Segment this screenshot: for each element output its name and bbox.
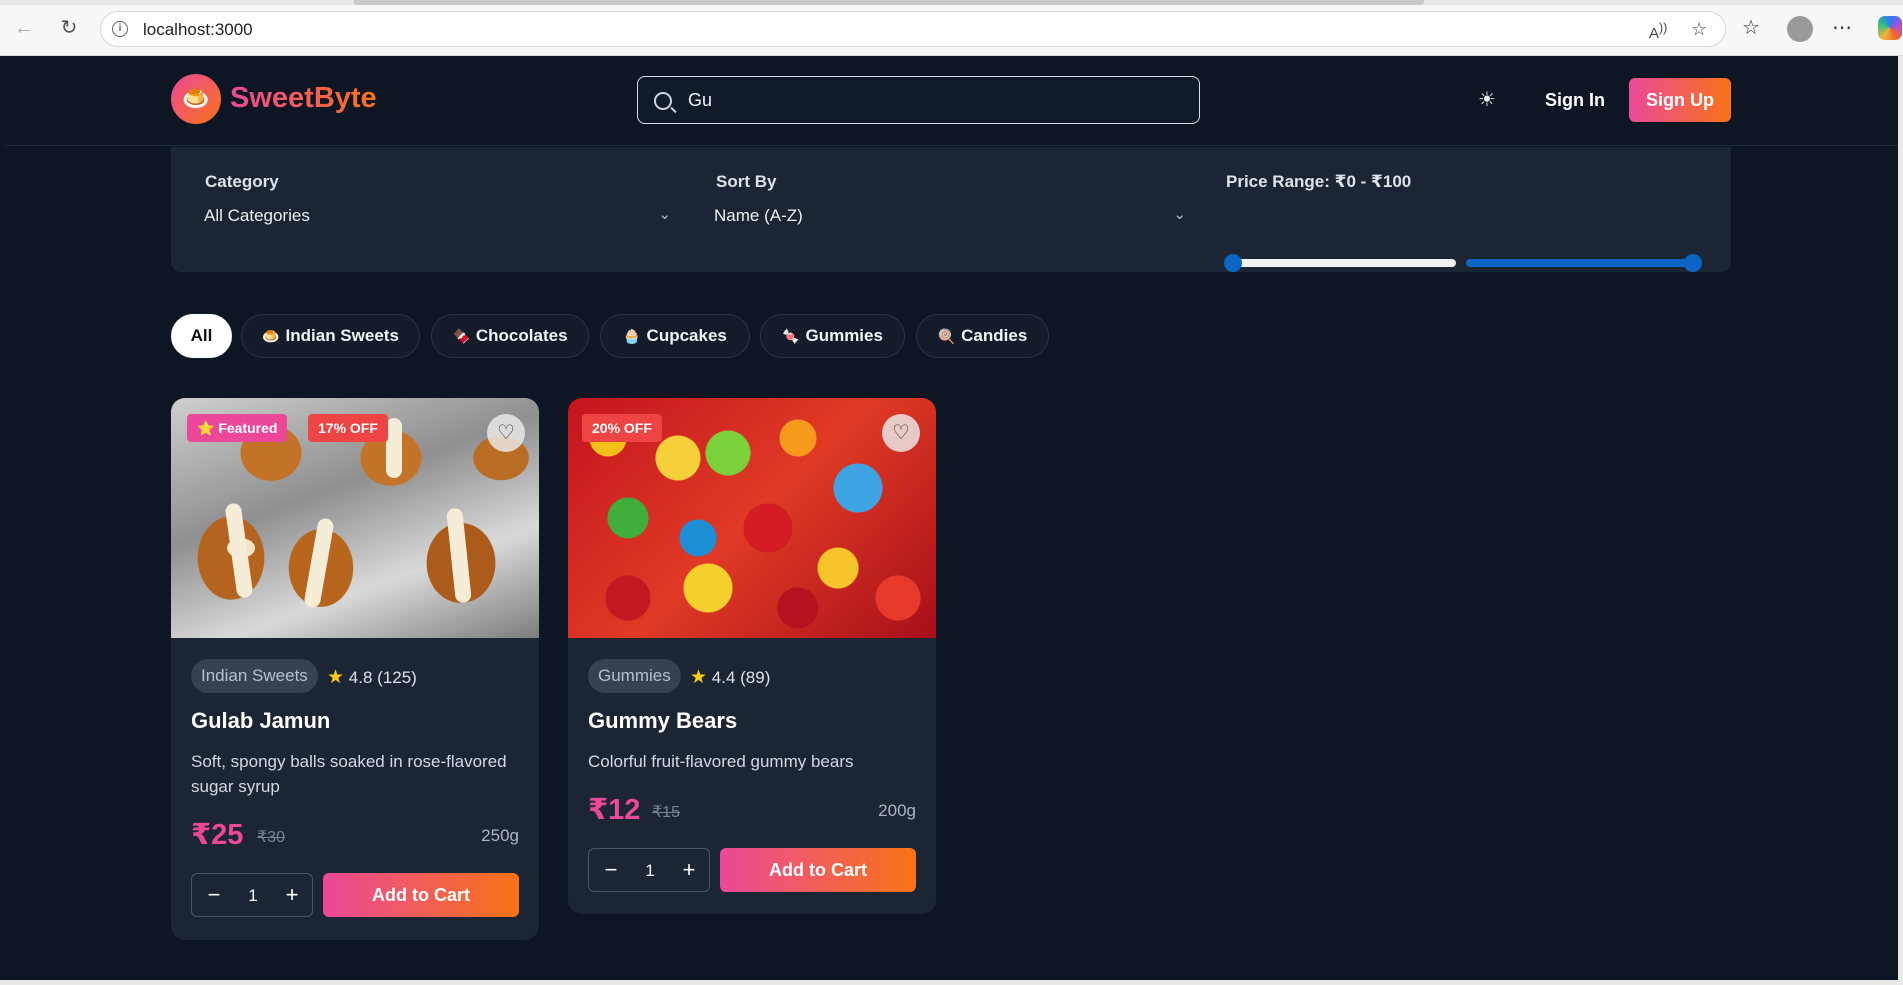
minus-icon[interactable]: − <box>597 857 625 885</box>
category-label: Category <box>205 172 279 191</box>
brand-name[interactable]: SweetByte <box>230 82 377 115</box>
back-icon[interactable]: ← <box>11 15 37 41</box>
window-edge <box>0 980 1903 985</box>
logo-icon[interactable]: 🍮 <box>171 74 221 124</box>
image-detail <box>446 507 472 604</box>
site-info-icon[interactable]: i <box>112 21 128 37</box>
heart-icon[interactable]: ♡ <box>882 414 920 452</box>
price-max-slider-handle[interactable] <box>1684 254 1702 272</box>
chevron-down-icon: ⌄ <box>658 206 671 223</box>
chip-cupcakes[interactable]: 🧁 Cupcakes <box>600 314 750 358</box>
price-range-label: Price Range: ₹0 - ₹100 <box>1226 172 1412 191</box>
product-name[interactable]: Gummy Bears <box>588 708 737 734</box>
window-edge <box>1898 56 1903 985</box>
product-name[interactable]: Gulab Jamun <box>191 708 330 734</box>
quantity-stepper: − 1 + <box>588 848 710 892</box>
chip-label: Gummies <box>805 326 883 345</box>
discount-badge: 20% OFF <box>582 414 662 442</box>
rating-value: 4.8 (125) <box>348 668 417 687</box>
sort-select-value: Name (A-Z) <box>714 206 803 225</box>
price-max-slider-track[interactable] <box>1466 254 1702 272</box>
reload-icon[interactable]: ↻ <box>56 15 82 41</box>
minus-icon[interactable]: − <box>200 882 228 910</box>
sign-up-button[interactable]: Sign Up <box>1629 78 1731 122</box>
product-weight: 250g <box>481 826 519 845</box>
category-badge: Gummies <box>588 659 681 693</box>
original-price: ₹15 <box>652 804 680 821</box>
address-url[interactable]: localhost:3000 <box>143 20 253 40</box>
category-select-value: All Categories <box>204 206 310 225</box>
sort-select[interactable]: Name (A-Z) ⌄ <box>701 193 1196 239</box>
chip-label: Chocolates <box>475 326 568 345</box>
original-price: ₹30 <box>257 829 285 846</box>
copilot-icon[interactable] <box>1878 16 1902 40</box>
category-badge: Indian Sweets <box>191 659 318 693</box>
chip-label: Cupcakes <box>646 326 727 345</box>
rating: ★ 4.4 (89) <box>690 666 770 689</box>
lollipop-icon: 🍭 <box>937 328 956 344</box>
image-detail <box>224 502 254 599</box>
site-header: 🍮 SweetByte ☀ Sign In Sign Up <box>5 56 1898 146</box>
chip-label: Candies <box>961 326 1028 345</box>
product-card[interactable]: 20% OFF ♡ Gummies ★ 4.4 (89) Gummy Bears… <box>568 398 936 914</box>
image-detail <box>303 517 335 609</box>
chip-label: Indian Sweets <box>285 326 399 345</box>
chip-gummies[interactable]: 🍬 Gummies <box>760 314 905 358</box>
chevron-down-icon: ⌄ <box>1173 206 1186 223</box>
product-weight: 200g <box>878 801 916 820</box>
product-description: Soft, spongy balls soaked in rose-flavor… <box>191 752 507 796</box>
candy-icon: 🍬 <box>782 328 800 344</box>
price-min-slider-track[interactable] <box>1224 254 1456 272</box>
plus-icon[interactable]: + <box>675 857 703 885</box>
profile-avatar[interactable] <box>1787 16 1813 42</box>
chocolate-icon: 🍫 <box>452 328 470 344</box>
product-card[interactable]: ⭐ Featured 17% OFF ♡ Indian Sweets ★ 4.8… <box>171 398 539 940</box>
browser-toolbar: ← ↻ i localhost:3000 A)) ☆ ☆ ⋯ <box>0 0 1903 56</box>
theme-toggle-icon[interactable]: ☀ <box>1475 88 1499 112</box>
favorites-icon[interactable]: ☆ <box>1742 15 1760 40</box>
cupcake-icon: 🧁 <box>623 328 641 344</box>
chip-chocolates[interactable]: 🍫 Chocolates <box>431 314 589 358</box>
search-icon <box>654 92 672 110</box>
image-detail <box>386 418 402 478</box>
price-min-slider-handle[interactable] <box>1224 254 1242 272</box>
add-to-cart-button[interactable]: Add to Cart <box>720 848 916 892</box>
chip-all[interactable]: All <box>171 314 232 358</box>
plus-icon[interactable]: + <box>278 882 306 910</box>
address-bar[interactable]: i localhost:3000 A)) ☆ <box>100 11 1726 47</box>
chip-candies[interactable]: 🍭 Candies <box>916 314 1049 358</box>
product-price: ₹25 <box>191 819 244 851</box>
discount-badge: 17% OFF <box>308 414 388 442</box>
read-aloud-icon[interactable]: A)) <box>1649 21 1667 42</box>
star-icon: ★ <box>690 667 708 688</box>
star-icon: ★ <box>327 667 345 688</box>
search-input[interactable] <box>688 87 1188 113</box>
pudding-icon: 🍮 <box>262 328 280 344</box>
search-box[interactable] <box>637 76 1200 124</box>
active-tab[interactable] <box>354 0 1424 5</box>
chip-label: All <box>190 326 213 345</box>
tab-strip <box>0 0 1903 5</box>
heart-icon[interactable]: ♡ <box>487 414 525 452</box>
quantity-value[interactable]: 1 <box>633 861 667 881</box>
rating-value: 4.4 (89) <box>711 668 771 687</box>
favorite-star-icon[interactable]: ☆ <box>1691 19 1707 40</box>
more-menu-icon[interactable]: ⋯ <box>1832 15 1852 40</box>
filter-panel: Category All Categories ⌄ Sort By Name (… <box>171 147 1731 272</box>
quantity-stepper: − 1 + <box>191 873 313 917</box>
featured-badge: ⭐ Featured <box>187 414 288 442</box>
add-to-cart-button[interactable]: Add to Cart <box>323 873 519 917</box>
page: 🍮 SweetByte ☀ Sign In Sign Up Category A… <box>5 56 1898 980</box>
product-description: Colorful fruit-flavored gummy bears <box>588 752 854 771</box>
chip-indian-sweets[interactable]: 🍮 Indian Sweets <box>241 314 420 358</box>
sort-label: Sort By <box>716 172 777 191</box>
sign-in-button[interactable]: Sign In <box>1535 78 1615 122</box>
quantity-value[interactable]: 1 <box>236 886 270 906</box>
rating: ★ 4.8 (125) <box>327 666 417 689</box>
category-select[interactable]: All Categories ⌄ <box>191 193 681 239</box>
product-price: ₹12 <box>588 794 641 826</box>
